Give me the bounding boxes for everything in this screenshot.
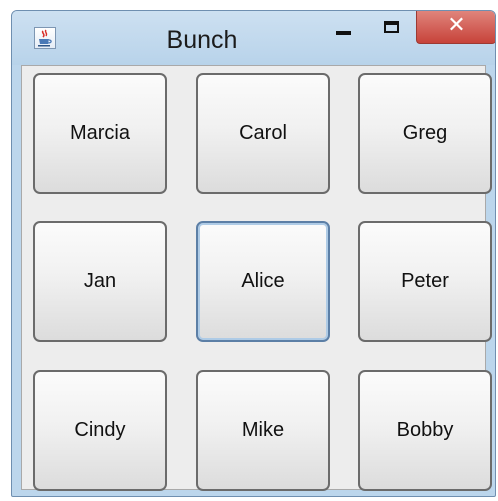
maximize-icon	[384, 21, 399, 33]
java-cup-icon[interactable]	[34, 27, 56, 49]
cindy-button[interactable]: Cindy	[33, 370, 167, 491]
button-label: Marcia	[69, 122, 130, 144]
app-window: Bunch ✕ Marcia Carol Greg Jan Alice Pete…	[11, 10, 496, 497]
title-bar[interactable]: Bunch ✕	[12, 11, 495, 65]
button-label: Peter	[401, 270, 449, 292]
button-label: Cindy	[74, 419, 126, 441]
peter-button[interactable]: Peter	[358, 221, 492, 342]
minimize-icon	[336, 31, 351, 35]
greg-button[interactable]: Greg	[358, 73, 492, 194]
window-title: Bunch	[166, 26, 238, 54]
button-label: Greg	[402, 122, 448, 144]
close-button[interactable]: ✕	[416, 11, 495, 44]
button-label: Bobby	[396, 419, 454, 441]
button-label: Alice	[241, 270, 285, 292]
close-icon: ✕	[447, 13, 466, 38]
button-label: Jan	[83, 270, 117, 292]
button-label: Carol	[239, 122, 287, 144]
bobby-button[interactable]: Bobby	[358, 370, 492, 491]
button-label: Mike	[241, 419, 285, 441]
marcia-button[interactable]: Marcia	[33, 73, 167, 194]
jan-button[interactable]: Jan	[33, 221, 167, 342]
minimize-button[interactable]	[325, 11, 363, 41]
carol-button[interactable]: Carol	[196, 73, 330, 194]
button-grid: Marcia Carol Greg Jan Alice Peter Cindy …	[21, 65, 492, 491]
alice-button[interactable]: Alice	[196, 221, 330, 342]
maximize-button[interactable]	[372, 11, 414, 41]
mike-button[interactable]: Mike	[196, 370, 330, 491]
